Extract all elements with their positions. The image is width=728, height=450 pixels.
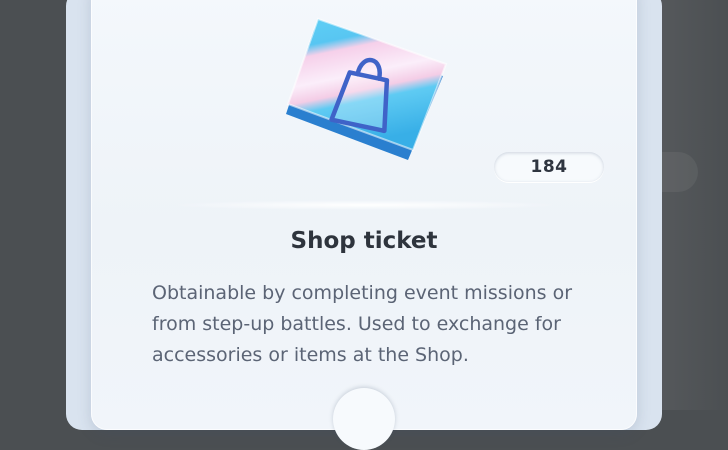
divider <box>170 200 560 210</box>
shop-ticket-icon <box>280 14 450 164</box>
close-button[interactable] <box>333 388 395 450</box>
item-title: Shop ticket <box>290 228 438 254</box>
item-description: Obtainable by completing event missions … <box>152 282 573 366</box>
background-dim-right <box>658 0 728 410</box>
item-count-badge: 184 <box>494 152 604 182</box>
